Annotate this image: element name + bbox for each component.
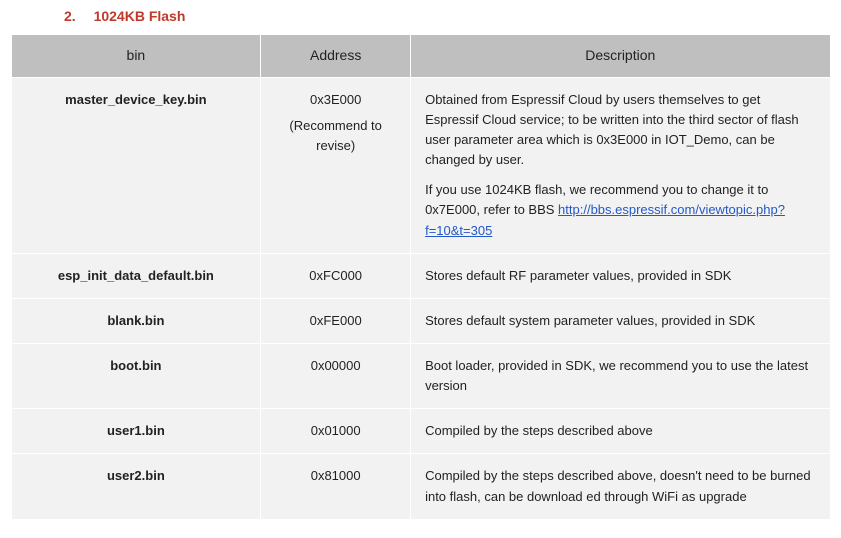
address-cell: 0x00000 [261, 343, 411, 408]
table-row: esp_init_data_default.bin 0xFC000 Stores… [11, 253, 830, 298]
desc-paragraph: If you use 1024KB flash, we recommend yo… [425, 180, 815, 240]
address-note: (Recommend to revise) [275, 116, 396, 156]
col-header-bin: bin [11, 35, 261, 78]
col-header-address: Address [261, 35, 411, 78]
description-cell: Boot loader, provided in SDK, we recomme… [411, 343, 830, 408]
section-heading: 2. 1024KB Flash [64, 8, 837, 24]
flash-table: bin Address Description master_device_ke… [11, 34, 831, 520]
bin-cell: esp_init_data_default.bin [11, 253, 261, 298]
address-value: 0x3E000 [310, 92, 361, 107]
table-row: master_device_key.bin 0x3E000 (Recommend… [11, 77, 830, 253]
heading-title: 1024KB Flash [94, 8, 186, 24]
bin-cell: blank.bin [11, 298, 261, 343]
table-row: blank.bin 0xFE000 Stores default system … [11, 298, 830, 343]
address-cell: 0xFE000 [261, 298, 411, 343]
description-cell: Stores default RF parameter values, prov… [411, 253, 830, 298]
table-header-row: bin Address Description [11, 35, 830, 78]
bin-cell: master_device_key.bin [11, 77, 261, 253]
bin-cell: boot.bin [11, 343, 261, 408]
table-row: user2.bin 0x81000 Compiled by the steps … [11, 454, 830, 519]
bin-cell: user2.bin [11, 454, 261, 519]
address-cell: 0x3E000 (Recommend to revise) [261, 77, 411, 253]
description-cell: Obtained from Espressif Cloud by users t… [411, 77, 830, 253]
desc-paragraph: Obtained from Espressif Cloud by users t… [425, 90, 815, 171]
table-row: boot.bin 0x00000 Boot loader, provided i… [11, 343, 830, 408]
table-row: user1.bin 0x01000 Compiled by the steps … [11, 409, 830, 454]
address-cell: 0x81000 [261, 454, 411, 519]
description-cell: Stores default system parameter values, … [411, 298, 830, 343]
col-header-description: Description [411, 35, 830, 78]
heading-number: 2. [64, 8, 76, 24]
address-cell: 0xFC000 [261, 253, 411, 298]
description-cell: Compiled by the steps described above [411, 409, 830, 454]
bin-cell: user1.bin [11, 409, 261, 454]
address-cell: 0x01000 [261, 409, 411, 454]
description-cell: Compiled by the steps described above, d… [411, 454, 830, 519]
